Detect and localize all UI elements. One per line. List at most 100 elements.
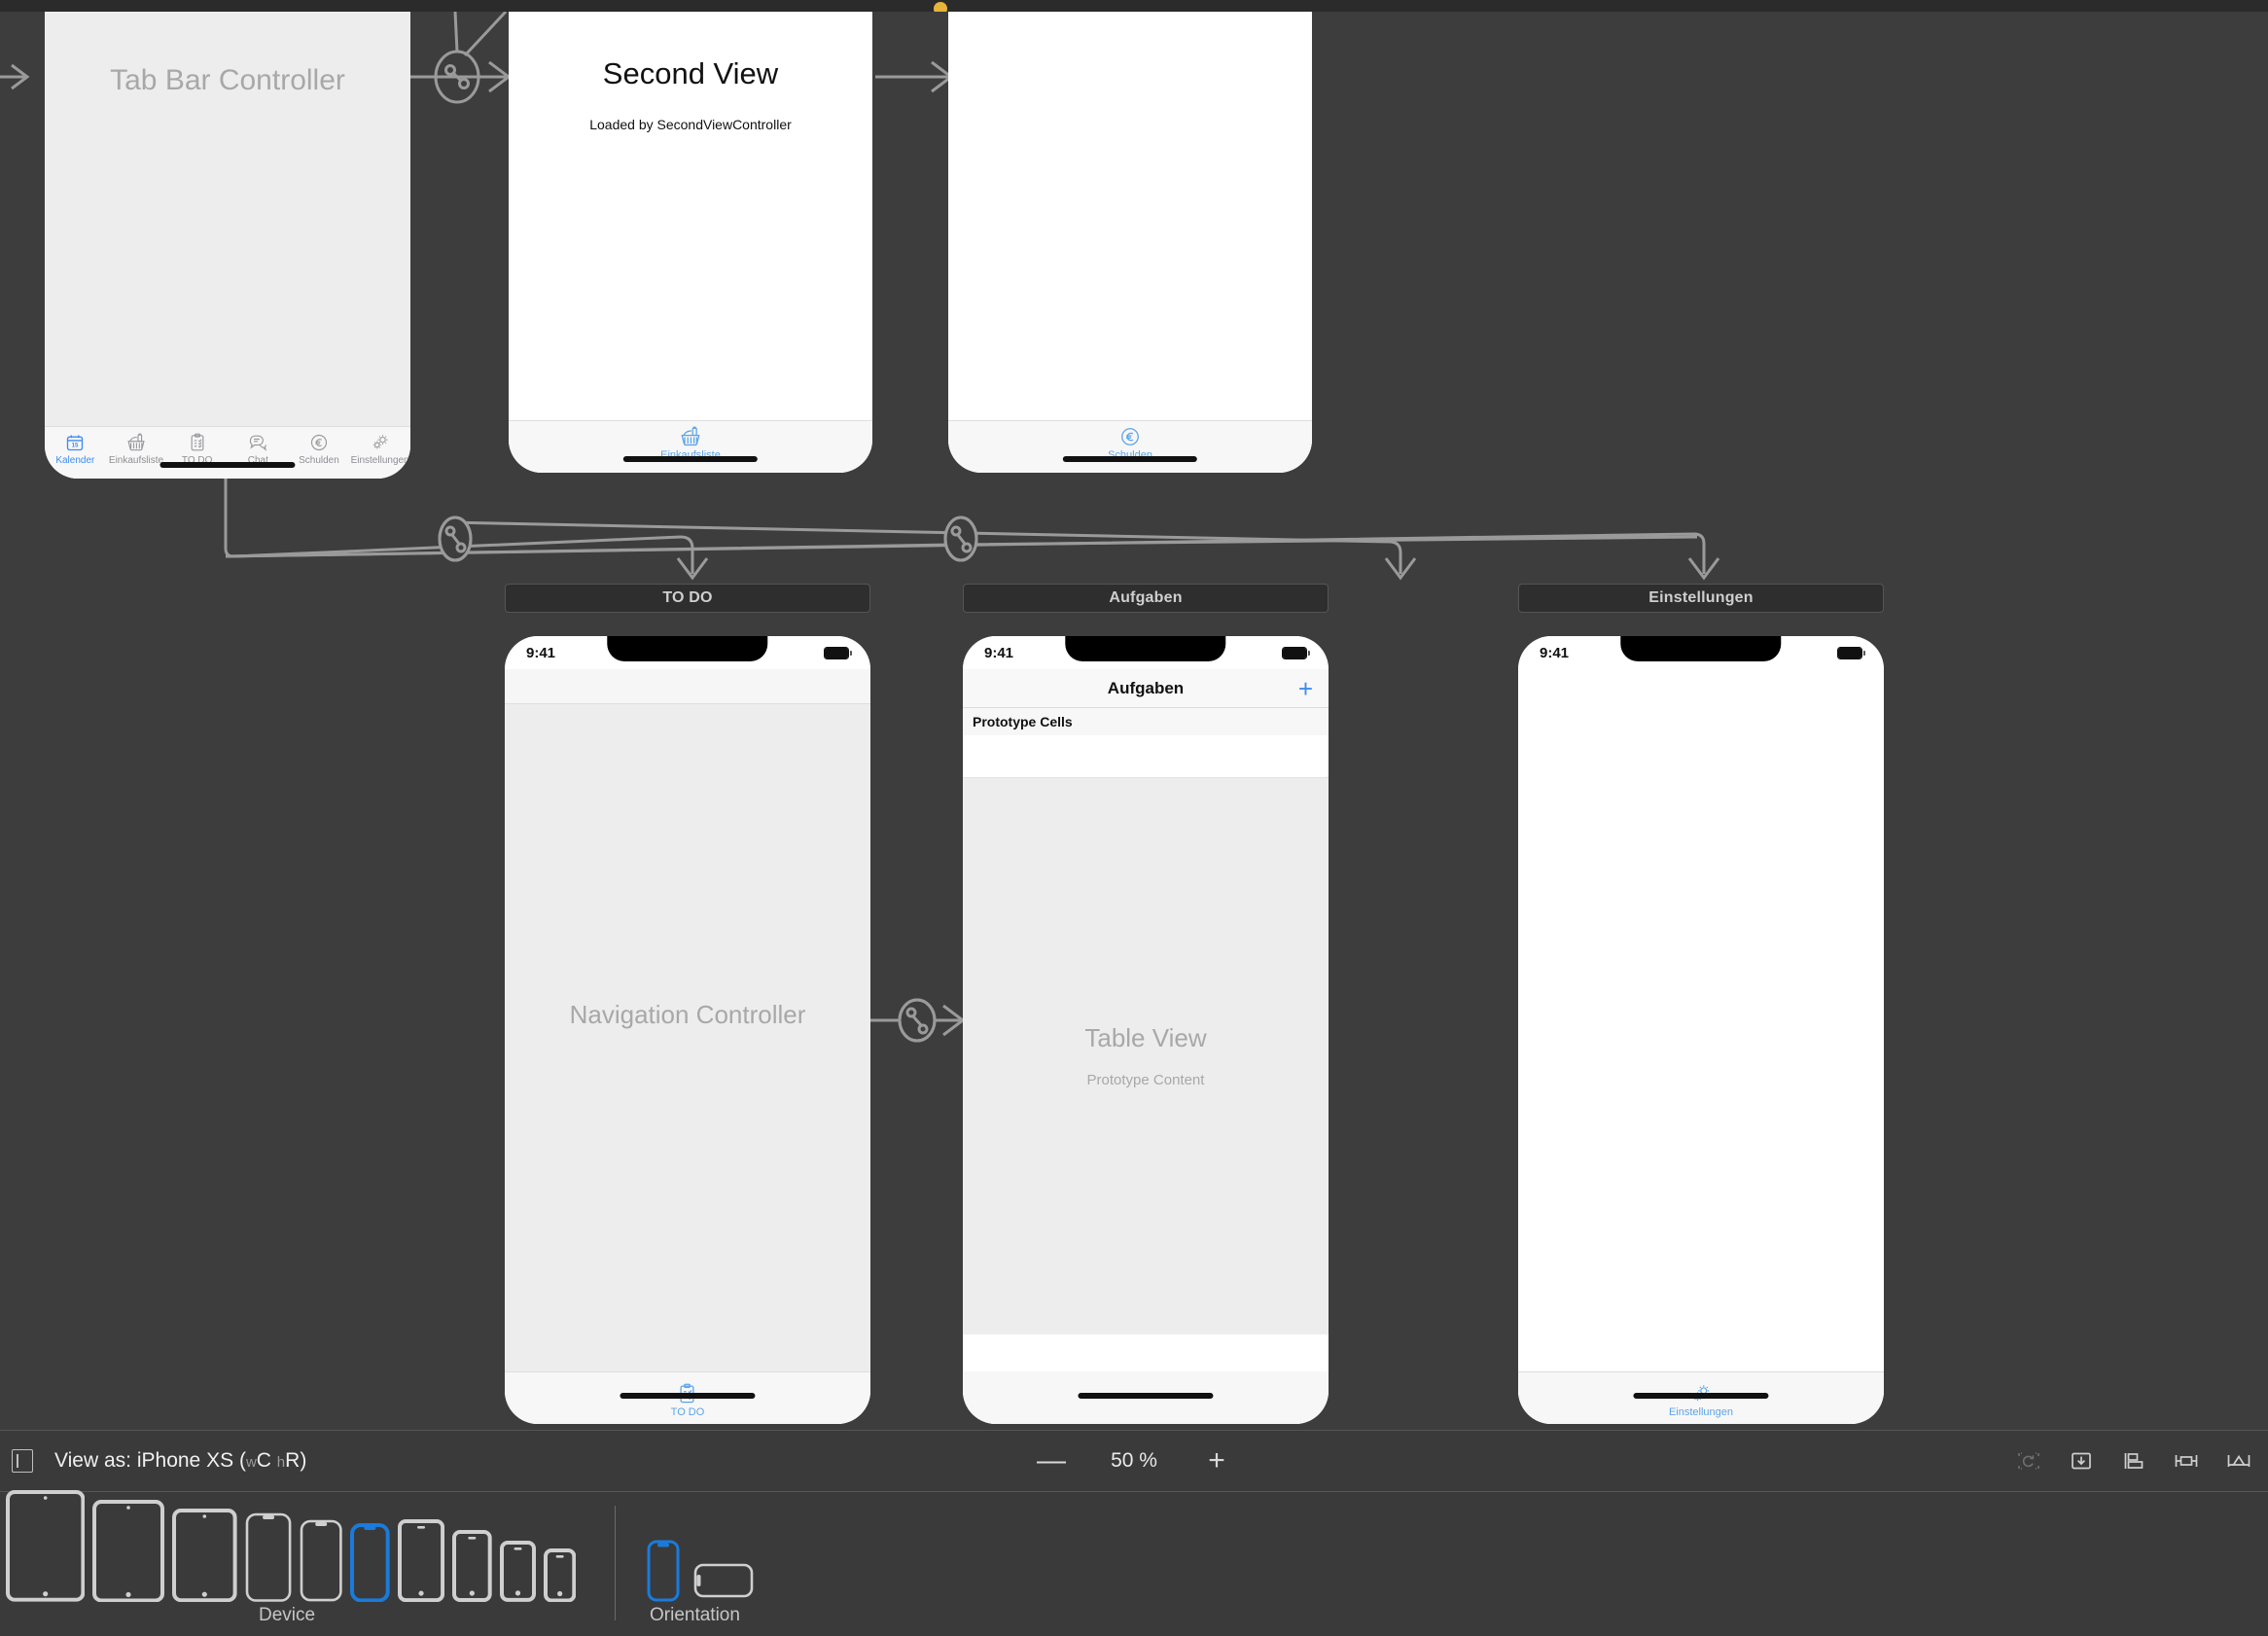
device-iphone-xs-max[interactable] (245, 1512, 292, 1608)
view-as-label[interactable]: View as: iPhone XS (wC hR) (54, 1449, 306, 1473)
tab-bar[interactable]: Schulden (948, 420, 1312, 473)
tab-item-label: Einstellungen (1668, 1406, 1734, 1418)
schulden-device[interactable]: Schulden (948, 12, 1312, 473)
nav-title: Aufgaben (1107, 678, 1185, 697)
orientation-landscape[interactable] (693, 1563, 754, 1603)
tab-item-kalender[interactable]: 15 Kalender (45, 432, 105, 466)
orientation-list[interactable] (647, 1498, 754, 1607)
device-ipad-pro-11[interactable] (92, 1499, 165, 1607)
home-indicator (622, 456, 759, 462)
tab-item-einkaufsliste[interactable]: Einkaufsliste (106, 432, 166, 466)
status-bar: 9:41 (505, 636, 870, 669)
trait-h-prefix: h (276, 1454, 286, 1471)
table-view-body (963, 778, 1329, 1334)
second-view-device[interactable]: Second View Loaded by SecondViewControll… (509, 12, 872, 473)
resolve-auto-layout-icon[interactable] (2223, 1447, 2254, 1475)
table-view-device[interactable]: 9:41 Aufgaben + Prototype Cells Table Vi… (963, 636, 1329, 1424)
navigation-bar[interactable]: Aufgaben + (963, 669, 1329, 708)
tab-bar[interactable]: Einkaufsliste (509, 420, 872, 473)
view-as-prefix: View as: (54, 1449, 131, 1472)
home-indicator (159, 462, 296, 468)
zoom-out-button[interactable]: — (1035, 1446, 1068, 1476)
einstellungen-device[interactable]: 9:41 Einstellungen (1518, 636, 1884, 1424)
scene-einstellungen[interactable]: Einstellungen 9:41 Einstellungen (1518, 584, 1884, 1424)
window-chrome-strip (0, 0, 2268, 16)
tab-item-chat[interactable]: Chat (228, 432, 288, 466)
second-view-subtitle: Loaded by SecondViewController (589, 117, 792, 132)
battery-icon (1282, 646, 1310, 659)
trait-w-prefix: w (245, 1454, 257, 1471)
scene-second-view[interactable]: Second View Loaded by SecondViewControll… (509, 12, 872, 473)
device-ipad-pro-12-9[interactable] (6, 1490, 86, 1607)
scene-schulden[interactable]: Schulden (948, 12, 1312, 473)
status-time: 9:41 (984, 644, 1014, 661)
prototype-cells-header: Prototype Cells (963, 708, 1329, 735)
zoom-controls[interactable]: — 50 % + (1035, 1446, 1233, 1476)
tab-item-todo[interactable]: TO DO (670, 1383, 705, 1418)
placeholder-subtitle: Prototype Content (1086, 1072, 1205, 1088)
battery-icon (1837, 646, 1865, 659)
status-time: 9:41 (1540, 644, 1570, 661)
clipboard-icon (189, 432, 206, 453)
placeholder-title: Tab Bar Controller (110, 64, 345, 96)
scene-label-aufgaben[interactable]: Aufgaben (963, 584, 1329, 613)
scene-aufgaben-table[interactable]: Aufgaben 9:41 Aufgaben + Prototype Cells… (963, 584, 1329, 1424)
zoom-value[interactable]: 50 % (1095, 1449, 1173, 1473)
device-iphone-xs[interactable] (350, 1522, 391, 1607)
shopping-basket-icon (679, 426, 702, 447)
zoom-in-button[interactable]: + (1200, 1446, 1233, 1476)
device-list[interactable] (6, 1490, 577, 1608)
navigation-controller-device[interactable]: 9:41 Navigation Controller TO DO (505, 636, 870, 1424)
device-iphone-8[interactable] (452, 1530, 492, 1607)
device-iphone-xr[interactable] (300, 1519, 342, 1607)
second-view-title: Second View (602, 56, 779, 90)
auto-layout-tools[interactable] (2013, 1447, 2254, 1475)
device-iphone-8-plus[interactable] (398, 1518, 445, 1607)
tab-item-einstellungen[interactable]: Einstellungen (349, 432, 409, 466)
device-iphone-se[interactable] (499, 1541, 536, 1607)
update-frames-icon[interactable] (2013, 1447, 2044, 1475)
shopping-basket-icon (125, 432, 147, 453)
orientation-group-label: Orientation (650, 1605, 740, 1625)
status-bar: 9:41 (963, 636, 1329, 669)
add-button[interactable]: + (1298, 676, 1313, 701)
canvas-toolbar: View as: iPhone XS (wC hR) — 50 % + (0, 1431, 2268, 1491)
home-indicator (1078, 1393, 1214, 1399)
tab-item-label: Schulden (299, 455, 339, 466)
scene-todo-navigation[interactable]: TO DO 9:41 Navigation Controller TO DO (505, 584, 870, 1424)
tab-bar[interactable]: 15 Kalender Einkaufsliste TO DO Chat Sch… (45, 426, 410, 479)
device-iphone-4s[interactable] (543, 1547, 577, 1608)
euro-circle-icon (1118, 426, 1142, 447)
device-ipad-mini[interactable] (172, 1508, 237, 1607)
prototype-cell[interactable] (963, 735, 1329, 778)
embed-in-icon[interactable] (2066, 1447, 2097, 1475)
orientation-portrait[interactable] (647, 1540, 680, 1607)
tab-item-todo[interactable]: TO DO (166, 432, 227, 466)
scene-tab-bar-controller[interactable]: Tab Bar Controller 15 Kalender Einkaufsl… (45, 12, 410, 479)
tab-bar-controller-device[interactable]: Tab Bar Controller 15 Kalender Einkaufsl… (45, 12, 410, 479)
placeholder-title: Table View (1084, 1023, 1207, 1052)
table-view-footer (963, 1334, 1329, 1371)
calendar-icon: 15 (65, 432, 85, 453)
show-document-outline-icon[interactable] (12, 1449, 33, 1473)
status-bar: 9:41 (1518, 636, 1884, 669)
home-indicator (1633, 1393, 1769, 1399)
tab-item-label: Einkaufsliste (108, 455, 164, 466)
euro-circle-icon (309, 432, 329, 453)
content-area (505, 704, 870, 1371)
tab-item-schulden[interactable]: Schulden (289, 432, 349, 466)
align-icon[interactable] (2118, 1447, 2149, 1475)
home-indicator (620, 1393, 756, 1399)
add-new-constraints-icon[interactable] (2171, 1447, 2202, 1475)
tab-item-label: Kalender (55, 455, 95, 466)
chat-bubbles-icon (247, 432, 268, 453)
trait-h-value: R (285, 1449, 301, 1472)
device-selector-bar: Device Orientation Vary for Traits (0, 1490, 2268, 1636)
tab-item-einstellungen[interactable]: Einstellungen (1669, 1383, 1733, 1418)
device-group-label: Device (259, 1605, 316, 1625)
storyboard-canvas[interactable]: Tab Bar Controller 15 Kalender Einkaufsl… (0, 12, 2268, 1430)
view-as-traits: (wC hR) (238, 1449, 307, 1472)
tab-item-label: TO DO (670, 1406, 705, 1418)
scene-label-todo[interactable]: TO DO (505, 584, 870, 613)
scene-label-einstellungen[interactable]: Einstellungen (1518, 584, 1884, 613)
